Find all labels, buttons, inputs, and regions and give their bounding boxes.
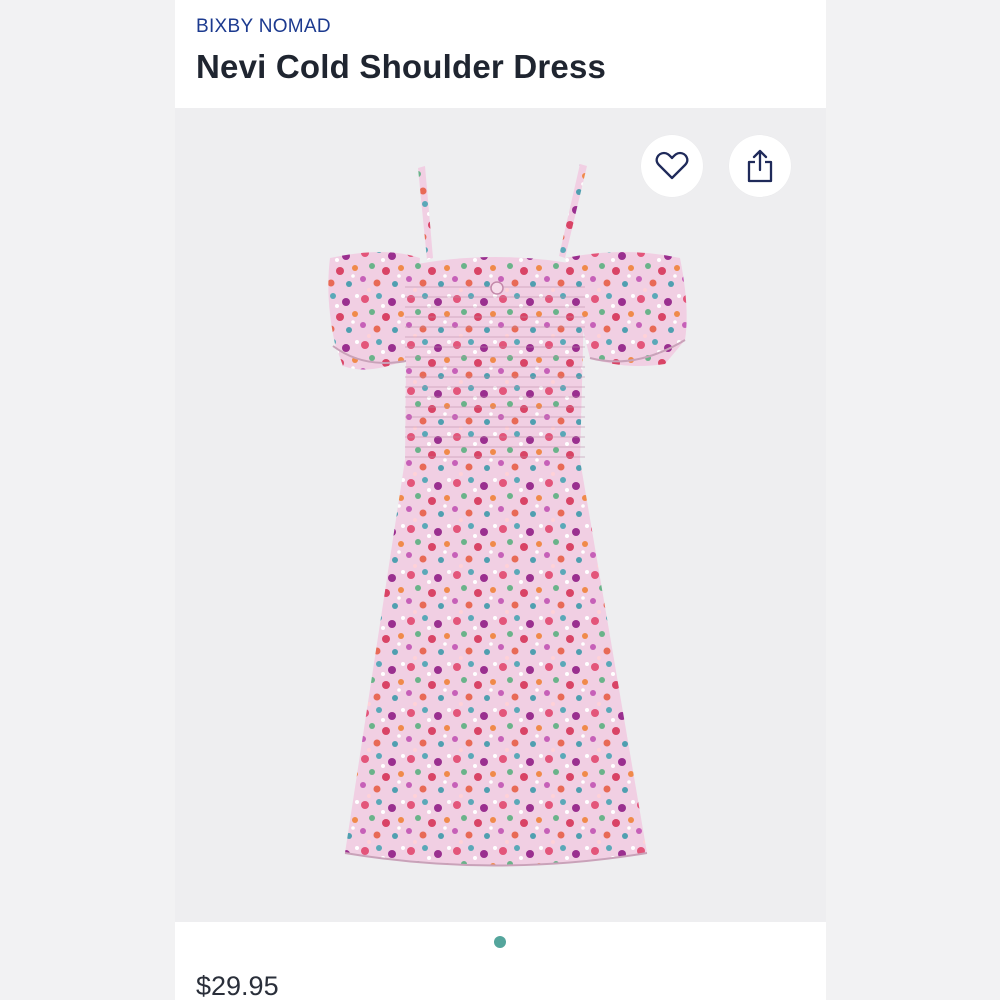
heart-outline-icon [655, 151, 689, 180]
right-margin [826, 0, 1000, 1000]
share-button[interactable] [729, 135, 791, 197]
product-title: Nevi Cold Shoulder Dress [196, 48, 607, 85]
product-image [328, 164, 687, 867]
product-page: BIXBY NOMAD Nevi Cold Shoulder Dress $29… [175, 0, 826, 1000]
gallery-pagination-dot-active[interactable] [494, 936, 506, 948]
favorite-button[interactable] [641, 135, 703, 197]
brand-link[interactable]: BIXBY NOMAD [196, 16, 331, 38]
left-margin [0, 0, 174, 1000]
share-upload-icon [747, 149, 773, 183]
product-image-gallery[interactable] [175, 108, 826, 922]
product-price: $29.95 [196, 971, 279, 1000]
